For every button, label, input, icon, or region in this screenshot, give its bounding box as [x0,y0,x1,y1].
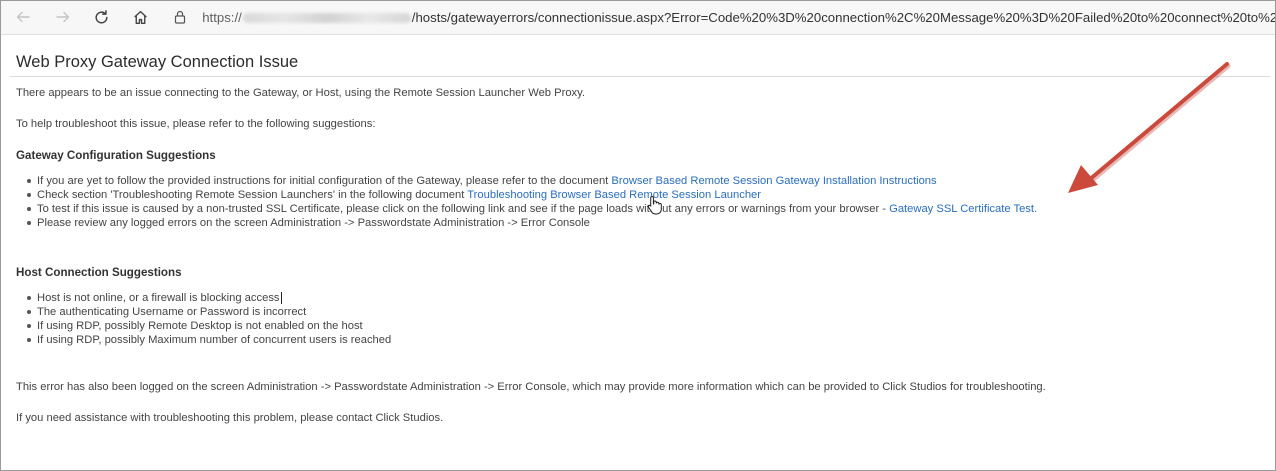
url-scheme: https:// [202,9,242,25]
browser-window: https:// /hosts/gatewayerrors/connectioni… [0,0,1276,471]
gateway-item-2-text: Check section 'Troubleshooting Remote Se… [37,189,468,201]
home-icon[interactable] [129,6,151,28]
list-item: If you are yet to follow the provided in… [24,174,1037,188]
ssl-certificate-test-link[interactable]: Gateway SSL Certificate Test. [889,203,1037,215]
list-item: If using RDP, possibly Maximum number of… [24,333,391,347]
list-item: To test if this issue is caused by a non… [24,202,1037,216]
list-item: The authenticating Username or Password … [24,305,391,319]
url-text: https:// /hosts/gatewayerrors/connectioni… [202,10,1275,25]
gateway-item-4-text: Please review any logged errors on the s… [37,217,590,229]
gateway-item-3-text: To test if this issue is caused by a non… [37,203,890,215]
title-divider [10,76,1270,77]
host-suggestions-heading: Host Connection Suggestions [16,266,182,279]
browser-toolbar: https:// /hosts/gatewayerrors/connectioni… [1,1,1275,35]
installation-instructions-link[interactable]: Browser Based Remote Session Gateway Ins… [611,175,936,187]
host-item-text: Host is not online, or a firewall is blo… [37,292,280,304]
forward-arrow-icon[interactable] [52,6,74,28]
lock-icon[interactable] [173,10,186,24]
text-cursor [280,292,282,305]
list-item: Host is not online, or a firewall is blo… [24,291,391,305]
gateway-item-1-text: If you are yet to follow the provided in… [37,175,612,187]
gateway-suggestions-heading: Gateway Configuration Suggestions [16,149,216,162]
back-arrow-icon[interactable] [12,6,34,28]
contact-note: If you need assistance with troubleshoot… [16,412,444,424]
redacted-hostname [242,13,411,24]
list-item: Please review any logged errors on the s… [24,216,1037,230]
list-item: Check section 'Troubleshooting Remote Se… [24,188,1037,202]
hand-cursor-icon [647,195,662,215]
host-item-text: The authenticating Username or Password … [37,306,307,318]
page-title: Web Proxy Gateway Connection Issue [16,53,299,71]
host-suggestions-list: Host is not online, or a firewall is blo… [24,291,391,347]
url-path: /hosts/gatewayerrors/connectionissue.asp… [411,9,1275,25]
gateway-suggestions-list: If you are yet to follow the provided in… [24,174,1037,230]
help-text: To help troubleshoot this issue, please … [16,118,376,130]
host-item-text: If using RDP, possibly Maximum number of… [37,334,392,346]
intro-text: There appears to be an issue connecting … [16,87,586,99]
list-item: If using RDP, possibly Remote Desktop is… [24,319,391,333]
troubleshooting-document-link[interactable]: Troubleshooting Browser Based Remote Ses… [467,189,761,201]
host-item-text: If using RDP, possibly Remote Desktop is… [37,320,363,332]
logged-error-note: This error has also been logged on the s… [16,381,1046,393]
address-bar[interactable]: https:// /hosts/gatewayerrors/connectioni… [173,5,1275,29]
reload-icon[interactable] [90,6,112,28]
